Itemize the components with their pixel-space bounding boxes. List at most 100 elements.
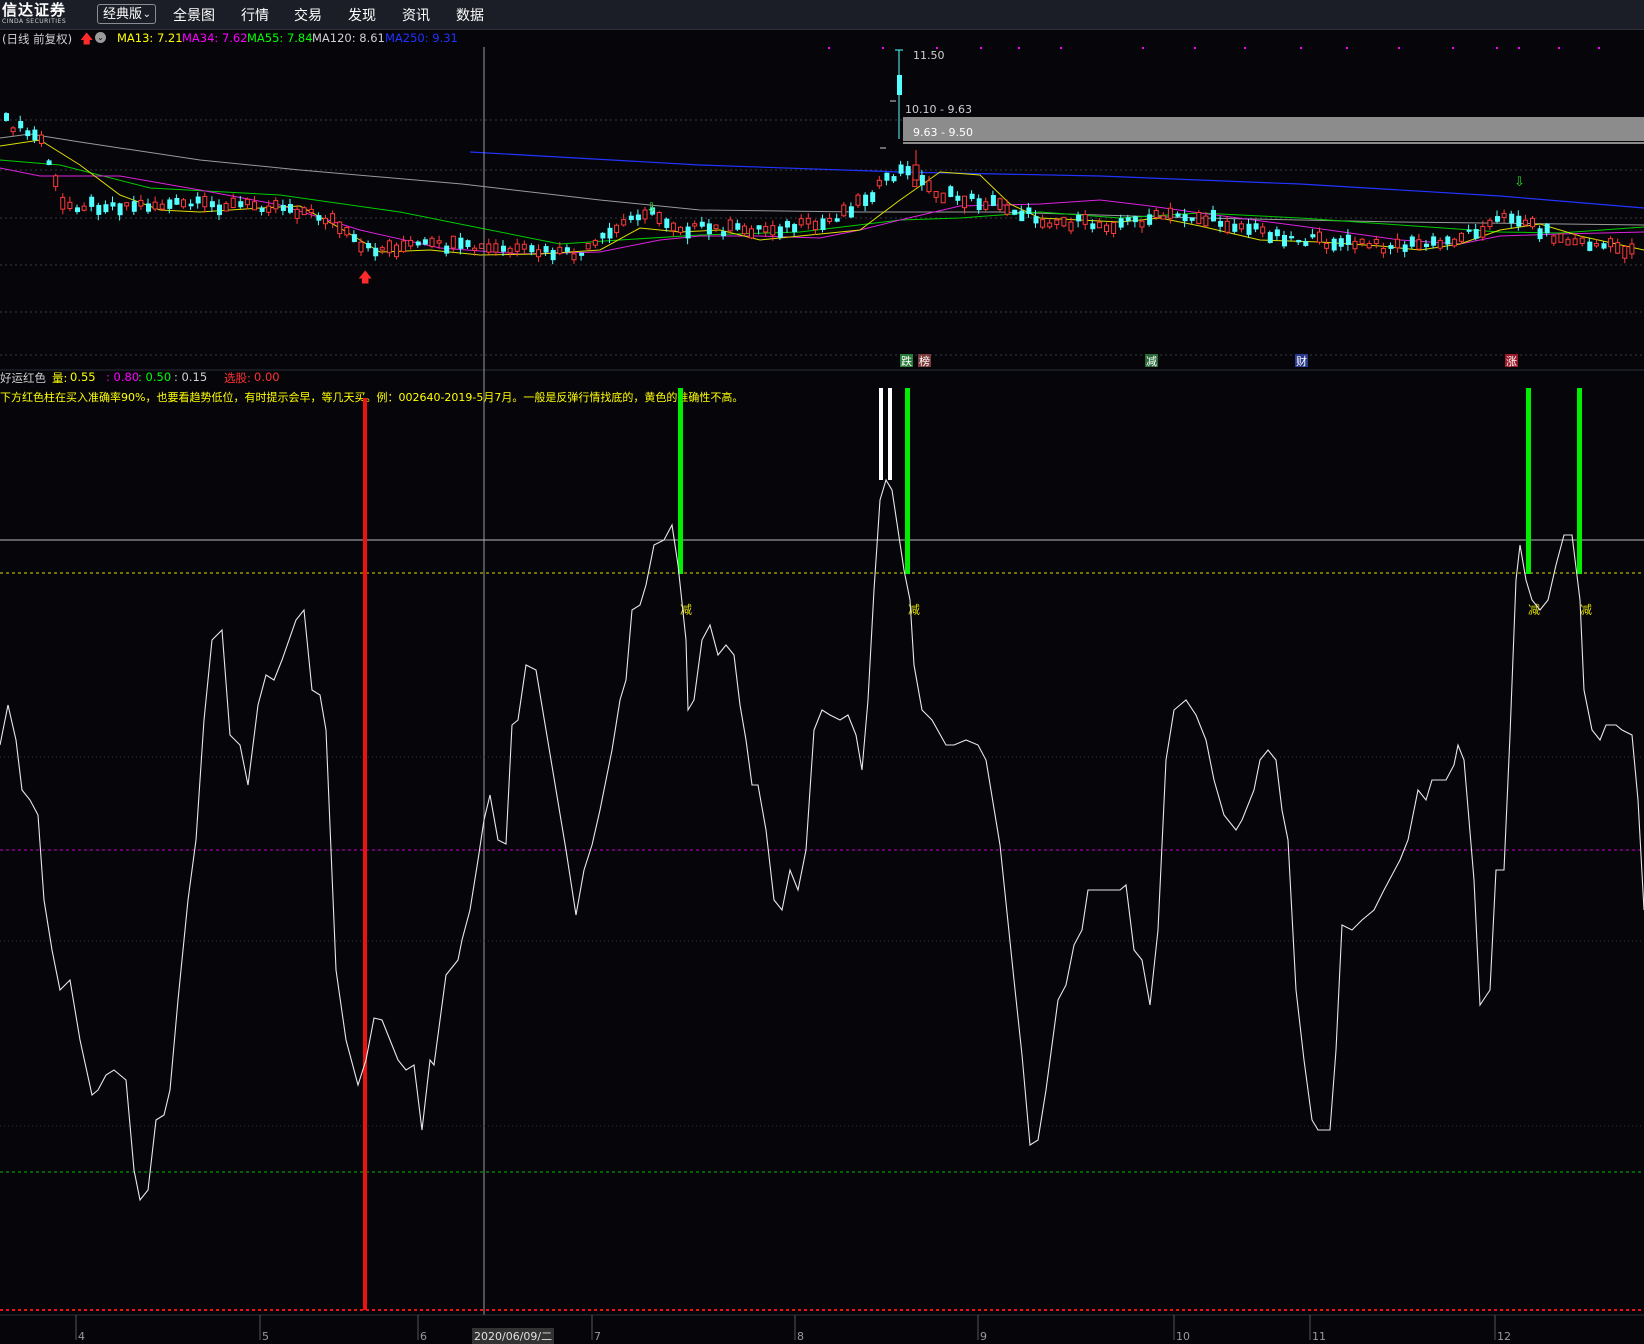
candle-body-down — [1537, 228, 1543, 240]
candle-body-up — [812, 220, 818, 231]
candle-body-down — [1289, 236, 1295, 239]
candle-body-down — [458, 237, 464, 249]
candle-body-up — [1565, 238, 1571, 246]
candle-body-down — [834, 218, 840, 222]
candle-body-down — [756, 225, 762, 230]
candle-body-up — [323, 217, 328, 225]
candle-body-down — [579, 252, 585, 256]
candle-body-up — [1416, 239, 1422, 250]
candle-body-down — [1189, 217, 1195, 221]
candle-body-up — [678, 226, 683, 233]
candle-body-down — [1182, 214, 1188, 222]
candle-body-up — [514, 243, 520, 252]
candle-body-up — [621, 219, 627, 226]
candle-body-down — [1509, 213, 1515, 224]
top-marker-dot — [1518, 47, 1520, 49]
candle-body-down — [1033, 216, 1039, 224]
candle-body-down — [1338, 238, 1344, 247]
candle-body-up — [1487, 219, 1493, 228]
candle-body-down — [4, 113, 9, 121]
candle-body-down — [969, 193, 975, 200]
candle-body-up — [401, 240, 407, 253]
candle-body-up — [1459, 232, 1464, 242]
candle-body-up — [1238, 223, 1244, 230]
menu-panorama[interactable]: 全景图 — [173, 5, 215, 25]
ma250-line — [469, 151, 1644, 209]
buy-arrow-icon: 🡅 — [358, 270, 372, 286]
candle-body-up — [1380, 247, 1386, 254]
candle-body-down — [32, 129, 38, 141]
candle-body-down — [415, 241, 421, 246]
candle-body-down — [1282, 235, 1287, 247]
x-axis-tick-label: 7 — [594, 1330, 601, 1343]
candle-body-up — [301, 207, 307, 216]
x-axis-tick-label: 8 — [797, 1330, 804, 1343]
candle-body-down — [635, 214, 641, 221]
candle-body-up — [294, 208, 300, 219]
candle-body-up — [571, 253, 577, 261]
top-marker-dot — [1060, 47, 1062, 49]
candle-body-down — [444, 245, 450, 254]
menu-news[interactable]: 资讯 — [402, 5, 430, 25]
candle-body-up — [1395, 238, 1401, 249]
candle-body-down — [1303, 241, 1309, 246]
candle-body-up — [1629, 243, 1635, 255]
candle-body-up — [344, 227, 350, 236]
candle-body-up — [330, 213, 336, 224]
candle-body-up — [1558, 233, 1564, 243]
menu-trade[interactable]: 交易 — [294, 5, 322, 25]
candle-body-down — [1274, 229, 1280, 237]
top-marker-dot — [1244, 47, 1246, 49]
candle-body-down — [422, 239, 428, 245]
candle-body-up — [798, 218, 804, 226]
candle-body-up — [1167, 207, 1173, 219]
candle-body-up — [1160, 215, 1166, 220]
candle-body-down — [948, 186, 954, 197]
reduce-signal-bar — [1526, 388, 1531, 574]
candle-body-down — [18, 121, 24, 129]
buy-signal-bar — [363, 398, 367, 1310]
candle-body-down — [820, 218, 826, 231]
candle-body-up — [592, 239, 598, 246]
x-axis-tick-label: 11 — [1312, 1330, 1326, 1343]
candle-body-up — [358, 241, 364, 253]
candle-body-up — [670, 222, 676, 232]
candle-body-down — [990, 195, 996, 206]
zone-label-1: 10.10 - 9.63 — [905, 103, 972, 116]
event-tag-text: 榜 — [919, 354, 930, 368]
candle-body-down — [25, 130, 31, 137]
candle-body-down — [735, 223, 741, 230]
menu-market[interactable]: 行情 — [241, 5, 269, 25]
candle-body-down — [465, 240, 471, 248]
candle-body-up — [1104, 224, 1109, 233]
candle-body-down — [905, 166, 911, 176]
logo-en-text: CINDA SECURITIES — [2, 18, 67, 25]
candle-body-down — [848, 206, 854, 218]
candle-body-down — [1409, 236, 1415, 247]
top-marker-dot — [1398, 47, 1400, 49]
candle-body-down — [280, 204, 286, 211]
edition-selector[interactable]: 经典版 ⌄ — [97, 4, 156, 24]
price-zone-bar — [903, 117, 1644, 141]
candle-body-up — [1324, 242, 1330, 249]
spike-candle-body — [897, 75, 902, 95]
stock-chart-canvas[interactable]: 🡅⇩⇩11.5010.10 - 9.639.63 - 9.50跌榜减财涨减减减减… — [0, 29, 1644, 1344]
candle-body-up — [962, 195, 967, 209]
candle-body-up — [1082, 213, 1088, 225]
candle-body-up — [1352, 240, 1358, 250]
candle-body-up — [1451, 238, 1457, 247]
candle-body-up — [1373, 238, 1379, 245]
candle-body-down — [1012, 209, 1018, 215]
candle-body-up — [10, 127, 16, 133]
candle-body-up — [805, 217, 811, 225]
menu-discover[interactable]: 发现 — [348, 5, 376, 25]
top-marker-dot — [1558, 47, 1560, 49]
candle-body-up — [39, 134, 44, 144]
menu-data[interactable]: 数据 — [456, 5, 484, 25]
candle-body-down — [209, 201, 215, 208]
candle-body-down — [46, 160, 52, 166]
candle-body-up — [138, 199, 144, 207]
candle-body-down — [117, 203, 123, 216]
candle-body-up — [244, 198, 250, 206]
candle-body-up — [436, 240, 442, 244]
